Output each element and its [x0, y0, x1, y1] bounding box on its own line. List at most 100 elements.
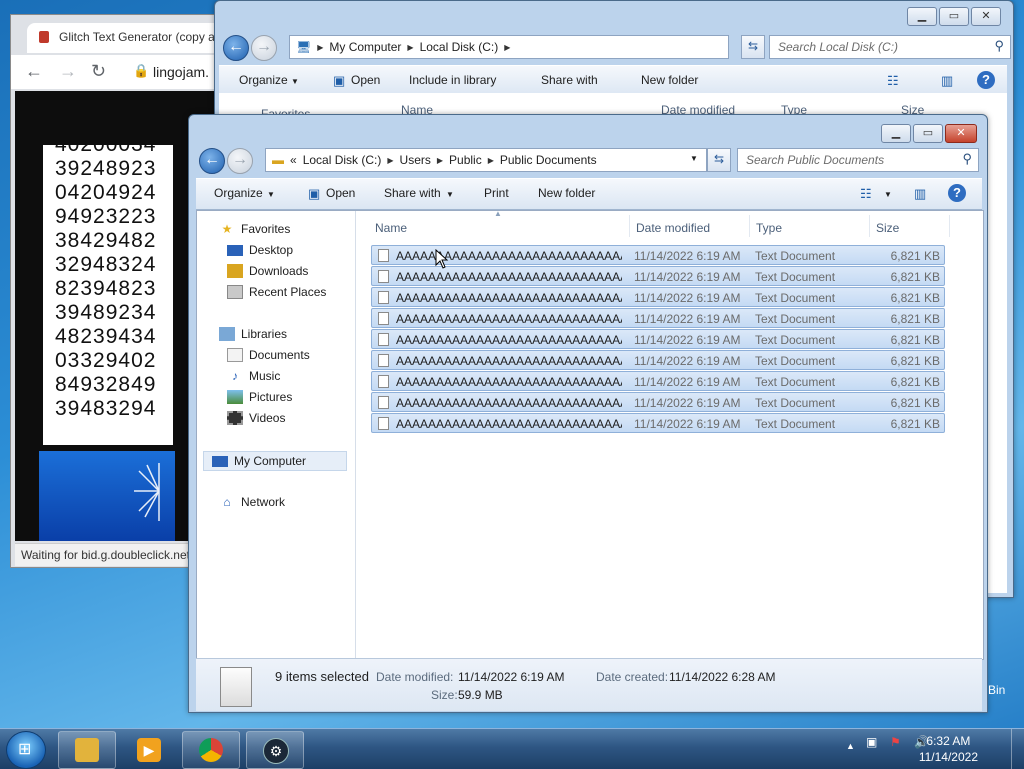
breadcrumb-arrow-icon[interactable]: ▶ — [317, 43, 323, 52]
new-folder-button[interactable]: New folder — [641, 73, 698, 87]
explorer-window-public-documents[interactable]: ▁ ▭ ✕ ← → ▬ « Local Disk (C:) ▶ Users ▶ … — [188, 114, 988, 713]
open-button[interactable]: Open — [351, 73, 380, 87]
nav-libraries[interactable]: Libraries — [219, 327, 287, 341]
file-row[interactable]: AAAAAAAAAAAAAAAAAAAAAAAAAAAAAAAAAAAAAAAA… — [371, 329, 945, 349]
share-with-button[interactable]: Share with — [384, 186, 441, 200]
advertisement-banner[interactable] — [39, 451, 175, 541]
maximize-button[interactable]: ▭ — [939, 7, 969, 26]
show-desktop-button[interactable] — [1011, 729, 1024, 769]
breadcrumb-item[interactable]: Local Disk (C:) — [303, 153, 382, 167]
close-button[interactable]: ✕ — [945, 124, 977, 143]
new-folder-button[interactable]: New folder — [538, 186, 595, 200]
share-with-button[interactable]: Share with — [541, 73, 598, 87]
recycle-bin-label[interactable]: Bin — [988, 683, 1005, 697]
address-dropdown-icon[interactable]: ▼ — [690, 154, 698, 163]
help-icon[interactable]: ? — [977, 71, 995, 89]
print-button[interactable]: Print — [484, 186, 509, 200]
taskbar-explorer[interactable] — [58, 731, 116, 769]
search-input[interactable]: Search Public Documents ⚲ — [737, 148, 979, 172]
column-header-date[interactable]: Date modified — [636, 221, 710, 235]
address-bar[interactable]: 🖥 ▶ My Computer ▶ Local Disk (C:) ▶ — [289, 35, 729, 59]
clock[interactable]: 6:32 AM 11/14/2022 — [919, 734, 978, 764]
view-options-icon[interactable]: ☷ — [860, 186, 872, 202]
close-button[interactable]: ✕ — [971, 7, 1001, 26]
include-in-library-button[interactable]: Include in library — [409, 73, 496, 87]
breadcrumb-item[interactable]: Local Disk (C:) — [420, 40, 499, 54]
nav-videos[interactable]: Videos — [227, 411, 285, 425]
minimize-button[interactable]: ▁ — [881, 124, 911, 143]
nav-downloads[interactable]: Downloads — [227, 264, 308, 278]
command-bar: Organize ▼ ▣ Open Share with ▼ Print New… — [196, 178, 982, 210]
chevron-down-icon[interactable]: ▼ — [884, 190, 892, 199]
preview-pane-icon[interactable]: ▥ — [914, 186, 926, 202]
back-arrow-icon[interactable]: ← — [25, 61, 43, 82]
back-button[interactable]: ← — [223, 35, 249, 61]
breadcrumb-item[interactable]: Public — [449, 153, 482, 167]
breadcrumb-arrow-icon[interactable]: ▶ — [407, 43, 413, 52]
column-header-size[interactable]: Size — [876, 221, 899, 235]
file-row[interactable]: AAAAAAAAAAAAAAAAAAAAAAAAAAAAAAAAAAAAAAAA… — [371, 371, 945, 391]
search-input[interactable]: Search Local Disk (C:) ⚲ — [769, 35, 1011, 59]
nav-my-computer[interactable]: My Computer — [203, 451, 347, 471]
maximize-button[interactable]: ▭ — [913, 124, 943, 143]
refresh-button[interactable]: ⇆ — [741, 35, 765, 59]
nav-pictures[interactable]: Pictures — [227, 390, 292, 404]
search-icon: ⚲ — [994, 38, 1004, 53]
breadcrumb-item[interactable]: Public Documents — [500, 153, 597, 167]
column-header-type[interactable]: Type — [756, 221, 782, 235]
nav-documents[interactable]: Documents — [227, 348, 310, 362]
forward-button[interactable]: → — [227, 148, 253, 174]
breadcrumb-item[interactable]: My Computer — [329, 40, 401, 54]
breadcrumb-arrow-icon[interactable]: ▶ — [387, 156, 393, 165]
breadcrumb-arrow-icon[interactable]: ▶ — [437, 156, 443, 165]
action-center-icon[interactable]: ⚑ — [890, 735, 901, 749]
column-divider[interactable] — [949, 215, 950, 237]
file-row[interactable]: AAAAAAAAAAAAAAAAAAAAAAAAAAAAAAAAAAAAAAAA… — [371, 413, 945, 433]
lock-icon[interactable]: 🔒 — [133, 63, 149, 79]
start-button[interactable]: ⊞ — [6, 731, 46, 769]
file-row[interactable]: AAAAAAAAAAAAAAAAAAAAAAAAAAAAAAAAAAAAAAAA… — [371, 392, 945, 412]
show-hidden-icons-icon[interactable]: ▲ — [846, 741, 855, 751]
nav-network[interactable]: ⌂ Network — [219, 495, 285, 509]
network-tray-icon[interactable]: ▣ — [866, 735, 877, 749]
open-button[interactable]: Open — [326, 186, 355, 200]
taskbar-steam[interactable]: ⚙ — [246, 731, 304, 769]
taskbar-chrome[interactable] — [182, 731, 240, 769]
url-bar[interactable]: lingojam. — [153, 64, 209, 80]
nav-music[interactable]: ♪ Music — [227, 369, 280, 383]
nav-recent-places[interactable]: Recent Places — [227, 285, 326, 299]
nav-desktop[interactable]: Desktop — [227, 243, 293, 257]
back-button[interactable]: ← — [199, 148, 225, 174]
file-date: 11/14/2022 6:19 AM — [634, 333, 741, 347]
column-divider[interactable] — [749, 215, 750, 237]
file-row[interactable]: AAAAAAAAAAAAAAAAAAAAAAAAAAAAAAAAAAAAAAAA… — [371, 245, 945, 265]
browser-tab[interactable]: Glitch Text Generator (copy and — [27, 23, 228, 53]
forward-arrow-icon[interactable]: → — [59, 61, 77, 82]
reload-icon[interactable]: ↻ — [91, 61, 106, 82]
breadcrumb-arrow-icon[interactable]: ▶ — [504, 43, 510, 52]
taskbar-media-player[interactable]: ▶ — [120, 731, 178, 769]
file-row[interactable]: AAAAAAAAAAAAAAAAAAAAAAAAAAAAAAAAAAAAAAAA… — [371, 308, 945, 328]
forward-button[interactable]: → — [251, 35, 277, 61]
breadcrumb-item[interactable]: Users — [400, 153, 431, 167]
file-row[interactable]: AAAAAAAAAAAAAAAAAAAAAAAAAAAAAAAAAAAAAAAA… — [371, 287, 945, 307]
file-row[interactable]: AAAAAAAAAAAAAAAAAAAAAAAAAAAAAAAAAAAAAAAA… — [371, 350, 945, 370]
organize-button[interactable]: Organize — [239, 73, 288, 87]
preview-pane-icon[interactable]: ▥ — [941, 73, 953, 89]
file-type: Text Document — [755, 291, 836, 305]
number-line: 03329402 — [55, 349, 157, 372]
column-divider[interactable] — [869, 215, 870, 237]
file-row[interactable]: AAAAAAAAAAAAAAAAAAAAAAAAAAAAAAAAAAAAAAAA… — [371, 266, 945, 286]
help-icon[interactable]: ? — [948, 184, 966, 202]
minimize-button[interactable]: ▁ — [907, 7, 937, 26]
nav-favorites[interactable]: ★ Favorites — [219, 222, 291, 236]
breadcrumb-overflow[interactable]: « — [290, 153, 297, 167]
address-bar[interactable]: ▬ « Local Disk (C:) ▶ Users ▶ Public ▶ P… — [265, 148, 707, 172]
column-divider[interactable] — [629, 215, 630, 237]
navigation-row: ← → ▬ « Local Disk (C:) ▶ Users ▶ Public… — [199, 146, 979, 176]
view-options-icon[interactable]: ☷ — [887, 73, 899, 89]
refresh-button[interactable]: ⇆ — [707, 148, 731, 172]
organize-button[interactable]: Organize — [214, 186, 263, 200]
breadcrumb-arrow-icon[interactable]: ▶ — [488, 156, 494, 165]
column-header-name[interactable]: Name — [375, 221, 407, 235]
